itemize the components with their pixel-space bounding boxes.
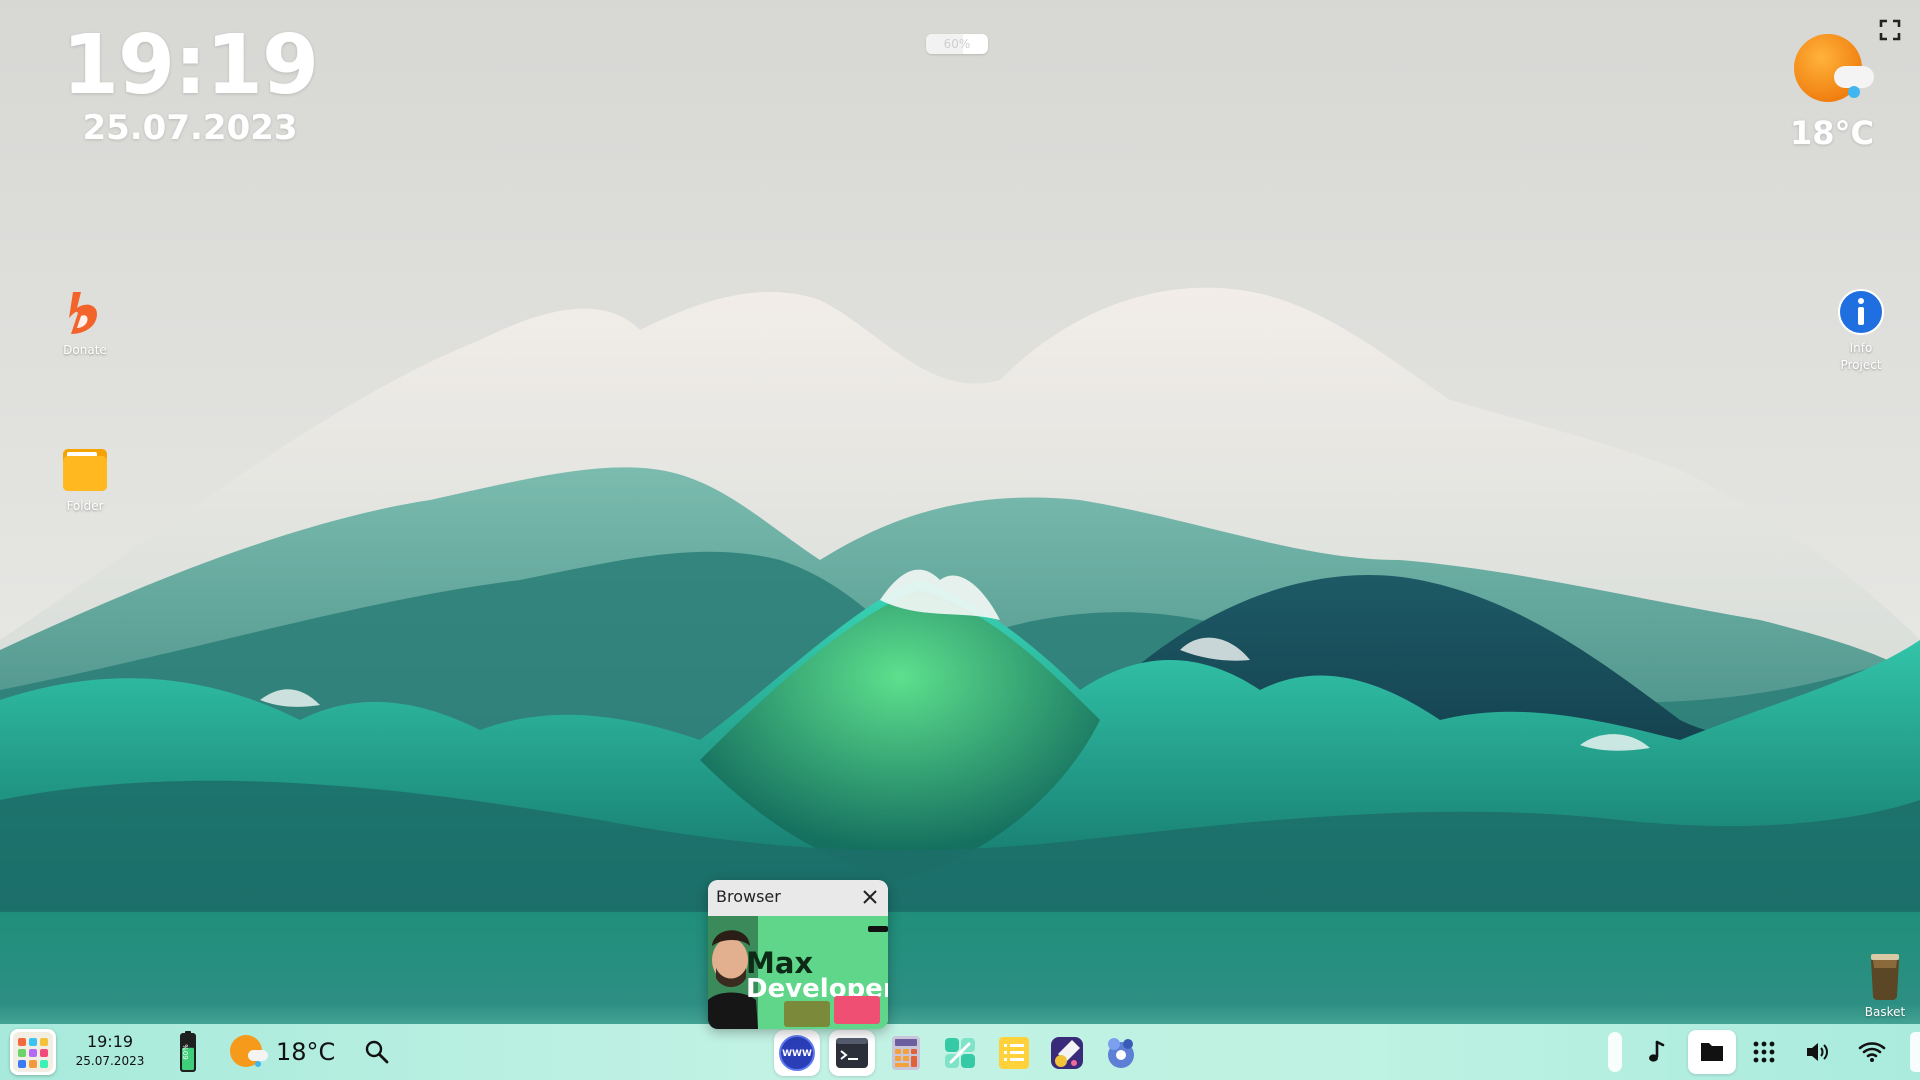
browser-preview-title: Browser xyxy=(716,887,781,906)
tray-files-button[interactable] xyxy=(1688,1030,1736,1074)
wallpaper xyxy=(0,0,1920,1080)
weather-widget[interactable]: 18°C xyxy=(1780,32,1884,152)
taskbar-clock[interactable]: 19:19 25.07.2023 xyxy=(74,1032,146,1070)
close-icon[interactable] xyxy=(860,887,880,907)
info-icon xyxy=(1838,289,1884,335)
thumbnail-image-2 xyxy=(834,996,880,1024)
taskbar-date: 25.07.2023 xyxy=(75,1054,145,1068)
taskbar-time: 19:19 xyxy=(86,1032,134,1051)
music-icon[interactable] xyxy=(1640,1036,1672,1068)
sun-cloud-icon xyxy=(230,1035,268,1067)
desktop-icon-info-project[interactable]: Info Project xyxy=(1826,288,1896,374)
app-store-icon xyxy=(945,1038,975,1068)
tray-divider xyxy=(1608,1032,1622,1072)
taskbar-battery-label: 60% xyxy=(182,1044,190,1060)
clock-date: 25.07.2023 xyxy=(82,108,298,148)
start-menu-icon xyxy=(13,1032,53,1072)
notes-icon xyxy=(999,1037,1029,1069)
basket-icon xyxy=(1871,954,1899,1000)
dock-app-browser[interactable]: WWW xyxy=(774,1030,820,1076)
calculator-icon xyxy=(892,1036,920,1070)
browser-window-preview[interactable]: Browser Max Developer xyxy=(708,880,888,1029)
desktop-icon-folder[interactable]: Folder xyxy=(50,446,120,515)
clock-time: 19:19 xyxy=(62,18,319,113)
desktop-icon-basket[interactable]: Basket xyxy=(1850,950,1920,1021)
search-icon[interactable] xyxy=(364,1039,390,1065)
dock-app-calculator[interactable] xyxy=(883,1030,929,1076)
thumbnail-image-1 xyxy=(784,1001,830,1027)
volume-icon[interactable] xyxy=(1802,1036,1834,1068)
browser-preview-header: Browser xyxy=(708,880,888,916)
www-label: WWW xyxy=(782,1049,812,1059)
paint-icon xyxy=(1051,1037,1083,1069)
desktop-icon-donate[interactable]: Donate xyxy=(50,288,120,359)
terminal-icon xyxy=(836,1038,868,1068)
taskbar-weather[interactable]: 18°C xyxy=(228,1033,336,1071)
taskbar: 19:19 25.07.2023 60% 18°C WWW xyxy=(0,1024,1920,1080)
tray-edge xyxy=(1910,1032,1920,1072)
weather-temperature: 18°C xyxy=(1789,114,1874,152)
sun-cloud-icon xyxy=(1794,34,1874,102)
folder-icon xyxy=(63,449,107,491)
start-button[interactable] xyxy=(10,1029,56,1075)
dock-app-store[interactable] xyxy=(937,1030,983,1076)
donate-label: Donate xyxy=(63,343,107,357)
folder-icon xyxy=(1701,1043,1723,1061)
taskbar-temperature: 18°C xyxy=(276,1038,336,1066)
info-project-label: Info Project xyxy=(1840,341,1882,372)
donate-icon xyxy=(69,292,97,334)
basket-label: Basket xyxy=(1864,1005,1906,1019)
settings-icon xyxy=(1108,1038,1134,1068)
dock-app-settings[interactable] xyxy=(1098,1030,1144,1076)
dock-app-paint[interactable] xyxy=(1044,1030,1090,1076)
battery-indicator: 60% xyxy=(926,34,988,54)
thumbnail-badge xyxy=(868,926,888,932)
www-icon: WWW xyxy=(779,1035,815,1071)
dock-app-notes[interactable] xyxy=(991,1030,1037,1076)
folder-label: Folder xyxy=(66,499,104,513)
apps-grid-icon[interactable] xyxy=(1748,1036,1780,1068)
wifi-icon[interactable] xyxy=(1856,1036,1888,1068)
battery-label: 60% xyxy=(943,37,971,51)
dock-app-terminal[interactable] xyxy=(829,1030,875,1076)
browser-thumbnail: Max Developer xyxy=(708,916,888,1029)
battery-icon[interactable]: 60% xyxy=(178,1030,198,1074)
desktop-clock: 19:19 25.07.2023 xyxy=(62,18,319,148)
